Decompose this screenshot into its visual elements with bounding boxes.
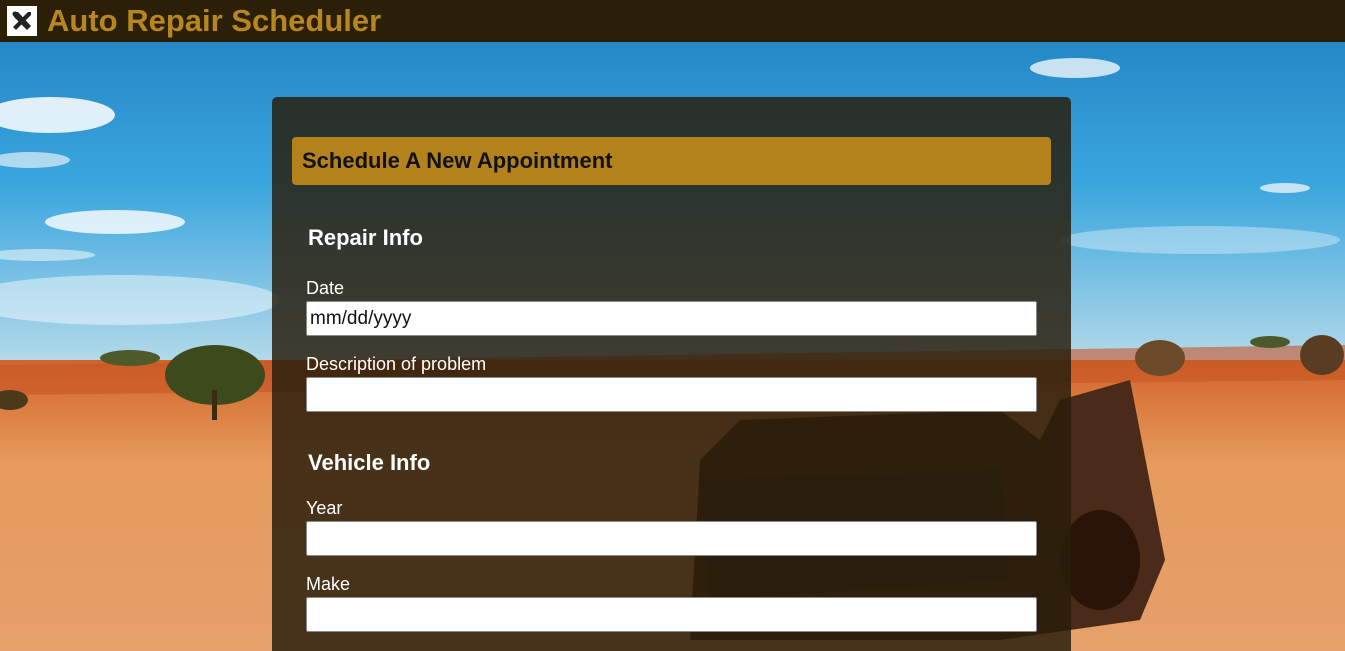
page: Auto Repair Scheduler Schedule A New App…: [0, 0, 1345, 651]
year-input[interactable]: [306, 521, 1037, 556]
vehicle-info-heading: Vehicle Info: [308, 450, 431, 475]
description-input[interactable]: [306, 377, 1037, 412]
app-title: Auto Repair Scheduler: [47, 3, 382, 38]
description-label: Description of problem: [306, 354, 487, 374]
form-heading: Schedule A New Appointment: [292, 137, 1051, 185]
appointment-form-panel: Schedule A New Appointment Repair Info D…: [272, 97, 1071, 651]
date-input[interactable]: [306, 301, 1037, 336]
repair-info-heading: Repair Info: [308, 225, 423, 250]
year-label: Year: [306, 498, 343, 518]
date-label: Date: [306, 278, 345, 298]
top-header-bar: Auto Repair Scheduler: [0, 0, 1345, 42]
make-label: Make: [306, 574, 351, 594]
make-input[interactable]: [306, 597, 1037, 632]
wrench-screwdriver-icon: [7, 6, 37, 36]
